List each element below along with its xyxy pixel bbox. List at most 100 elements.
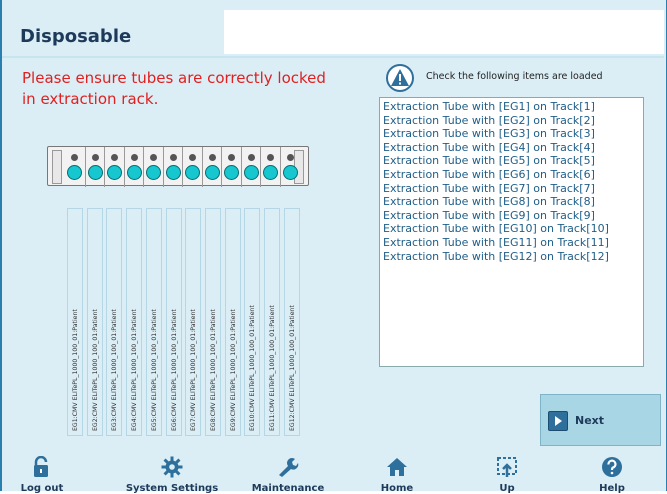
page-title: Disposable — [20, 26, 132, 47]
rack-slot — [279, 147, 300, 187]
slot-marker — [71, 154, 78, 161]
tube-position — [224, 165, 239, 180]
tube-label-strip: EG10:CMV ELITePL_1000_100_01:Patient — [244, 208, 261, 436]
tube-position — [165, 165, 181, 180]
tube-label: EG3:CMV ELITePL_1000_100_01:Patient — [111, 309, 119, 431]
slot-marker — [228, 154, 235, 161]
tube-position — [126, 165, 142, 180]
warning-triangle-icon — [386, 64, 414, 92]
list-item: Extraction Tube with [EG8] on Track[8] — [383, 195, 595, 209]
tube-position — [67, 165, 82, 180]
divider — [2, 56, 664, 58]
rack-slot — [221, 147, 241, 187]
help-button[interactable]: Help — [552, 456, 667, 494]
tube-position — [87, 165, 103, 180]
nav-label: Up — [499, 483, 515, 494]
tube-label-strip: EG8:CMV ELITePL_1000_100_01:Patient — [204, 208, 221, 436]
system-settings-button[interactable]: System Settings — [112, 456, 232, 494]
list-item: Extraction Tube with [EG9] on Track[9] — [383, 208, 595, 222]
tube-position — [146, 165, 161, 180]
slot-marker — [208, 154, 216, 161]
slot-marker — [286, 154, 294, 161]
nav-label: Help — [599, 483, 625, 494]
logout-button[interactable]: Log out — [0, 456, 102, 494]
tube-label: EG11:CMV ELITePL_1000_100_01:Patient — [269, 305, 276, 431]
slot-marker — [130, 154, 138, 161]
home-icon — [387, 458, 407, 476]
list-item: Extraction Tube with [EG4] on Track[4] — [383, 140, 595, 154]
up-icon — [497, 457, 517, 477]
header-blank — [224, 10, 664, 54]
next-button-label: Next — [575, 414, 605, 427]
tube-label: EG6:CMV ELITePL_1000_100_01:Patient — [170, 309, 178, 431]
tube-label: EG9:CMV ELITePL_1000_100_01:Patient — [229, 309, 237, 431]
tube-position — [204, 165, 220, 180]
rack-end-left — [52, 150, 62, 184]
tube-position — [282, 165, 298, 180]
rack-slot — [201, 147, 222, 187]
rack-slot — [84, 147, 105, 187]
tube-label: EG2:CMV ELITePL_1000_100_01:Patient — [91, 309, 99, 431]
tube-label: EG8:CMV ELITePL_1000_100_01:Patient — [209, 309, 217, 431]
tube-label-strip: EG12:CMV ELITePL_1000_100_01:Patient — [283, 208, 300, 436]
list-item: Extraction Tube with [EG2] on Track[2] — [383, 113, 595, 127]
rack-slot — [162, 147, 183, 187]
wrench-icon — [279, 458, 299, 477]
warning-message: Please ensure tubes are correctly locked… — [22, 69, 326, 108]
list-item: Extraction Tube with [EG11] on Track[11] — [383, 235, 609, 249]
tube-position — [185, 165, 200, 180]
tube-label-strip: EG11:CMV ELITePL_1000_100_01:Patient — [264, 208, 280, 436]
list-item: Extraction Tube with [EG10] on Track[10] — [383, 222, 609, 236]
rack-slot — [104, 147, 124, 187]
list-item: Extraction Tube with [EG5] on Track[5] — [383, 154, 595, 168]
tube-label: EG1:CMV ELITePL_1000_100_01:Patient — [72, 309, 79, 431]
slot-marker — [267, 154, 274, 161]
nav-label: Log out — [20, 483, 64, 494]
maintenance-button[interactable]: Maintenance — [228, 456, 348, 494]
check-heading: Check the following items are loaded — [426, 71, 603, 82]
tube-position — [243, 165, 259, 180]
list-item: Extraction Tube with [EG6] on Track[6] — [383, 167, 595, 181]
list-item: Extraction Tube with [EG3] on Track[3] — [383, 127, 595, 141]
rack-slot — [240, 147, 261, 187]
help-icon — [602, 457, 622, 477]
up-button[interactable]: Up — [447, 456, 567, 494]
nav-label: Maintenance — [251, 483, 325, 494]
list-item: Extraction Tube with [EG12] on Track[12] — [383, 249, 609, 263]
tube-label-strip: EG4:CMV ELITePL_1000_100_01:Patient — [126, 208, 143, 436]
slot-marker — [169, 154, 177, 161]
tube-label-strip: EG9:CMV ELITePL_1000_100_01:Patient — [224, 208, 241, 436]
items-list[interactable]: Extraction Tube with [EG1] on Track[1] Ex… — [379, 97, 644, 367]
tube-label-strip: EG5:CMV ELITePL_1000_100_01:Patient — [145, 208, 162, 436]
rack-slot — [65, 147, 85, 187]
unlock-icon — [34, 456, 48, 477]
gear-icon — [161, 456, 183, 478]
slot-marker — [150, 154, 157, 161]
tube-label-strip: EG6:CMV ELITePL_1000_100_01:Patient — [165, 208, 182, 436]
tube-label: EG5:CMV ELITePL_1000_100_01:Patient — [150, 309, 158, 431]
extraction-rack — [47, 146, 309, 187]
header: Disposable — [2, 10, 224, 54]
tube-label-strip: EG3:CMV ELITePL_1000_100_01:Patient — [106, 208, 123, 436]
slot-marker — [111, 154, 118, 161]
nav-label: Home — [380, 483, 414, 494]
arrow-right-icon — [548, 411, 568, 431]
next-button[interactable]: Next — [540, 394, 661, 446]
rack-slot — [182, 147, 202, 187]
home-button[interactable]: Home — [337, 456, 457, 494]
tube-label-strip: EG2:CMV ELITePL_1000_100_01:Patient — [86, 208, 103, 436]
rack-slot — [260, 147, 280, 187]
list-item: Extraction Tube with [EG7] on Track[7] — [383, 181, 595, 195]
rack-slot — [143, 147, 163, 187]
list-item: Extraction Tube with [EG1] on Track[1] — [383, 100, 595, 113]
tube-label: EG12:CMV ELITePL_1000_100_01:Patient — [288, 305, 296, 431]
slot-marker — [189, 154, 196, 161]
nav-label: System Settings — [125, 483, 219, 494]
slot-marker — [91, 154, 99, 161]
tube-position — [263, 165, 278, 180]
tube-position — [107, 165, 122, 180]
slot-marker — [247, 154, 255, 161]
tube-label: EG10:CMV ELITePL_1000_100_01:Patient — [249, 305, 257, 431]
tube-label-strip: EG1:CMV ELITePL_1000_100_01:Patient — [67, 208, 83, 436]
tube-label: EG7:CMV ELITePL_1000_100_01:Patient — [190, 309, 198, 431]
